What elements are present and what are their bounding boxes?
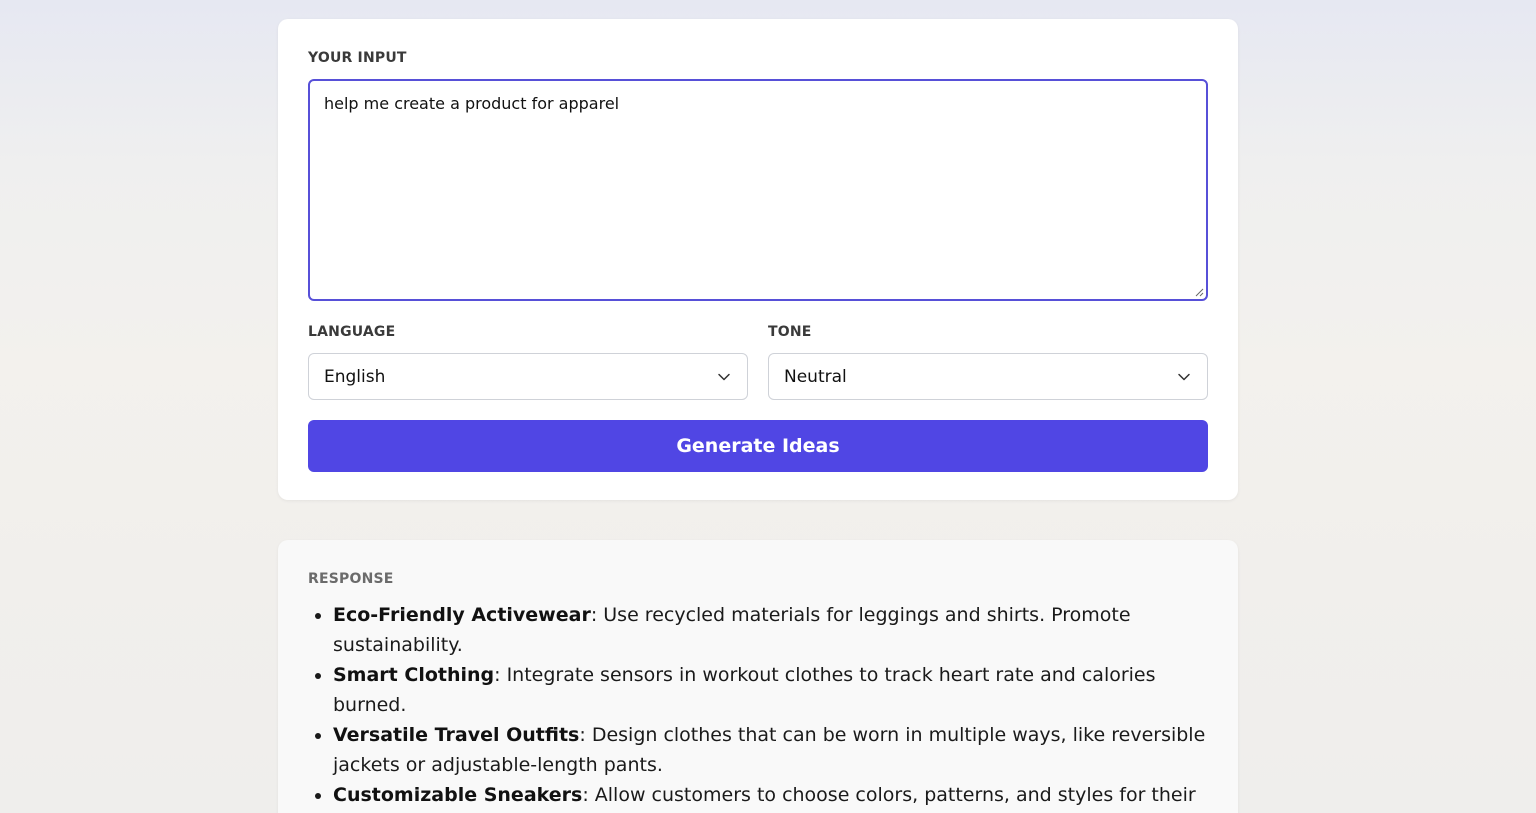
language-select[interactable]: English [308, 353, 748, 400]
list-item: Smart Clothing: Integrate sensors in wor… [333, 660, 1208, 720]
prompt-text: help me create a product for apparel [324, 94, 620, 113]
list-item: Customizable Sneakers: Allow customers t… [333, 780, 1208, 813]
list-item: Eco-Friendly Activewear: Use recycled ma… [333, 600, 1208, 660]
options-row: LANGUAGE English TONE Neutral [308, 323, 1208, 400]
generate-ideas-button[interactable]: Generate Ideas [308, 420, 1208, 472]
tone-label: TONE [768, 324, 812, 340]
tone-group: TONE Neutral [768, 323, 1208, 400]
prompt-textarea[interactable]: help me create a product for apparel [308, 79, 1208, 301]
tone-select[interactable]: Neutral [768, 353, 1208, 400]
chevron-down-icon [1178, 373, 1190, 380]
response-card: RESPONSE Eco-Friendly Activewear: Use re… [278, 540, 1238, 813]
language-group: LANGUAGE English [308, 323, 748, 400]
list-item: Versatile Travel Outfits: Design clothes… [333, 720, 1208, 780]
item-title: Versatile Travel Outfits [333, 724, 580, 746]
input-label: YOUR INPUT [308, 50, 407, 66]
language-label: LANGUAGE [308, 324, 396, 340]
response-label: RESPONSE [308, 571, 394, 587]
tone-selected-value: Neutral [784, 366, 847, 387]
item-title: Eco-Friendly Activewear [333, 604, 591, 626]
language-selected-value: English [324, 366, 386, 387]
input-card: YOUR INPUT help me create a product for … [278, 19, 1238, 500]
response-list: Eco-Friendly Activewear: Use recycled ma… [308, 600, 1208, 813]
item-title: Customizable Sneakers [333, 784, 583, 806]
resize-handle-icon[interactable] [1194, 287, 1204, 297]
chevron-down-icon [718, 373, 730, 380]
item-title: Smart Clothing [333, 664, 495, 686]
